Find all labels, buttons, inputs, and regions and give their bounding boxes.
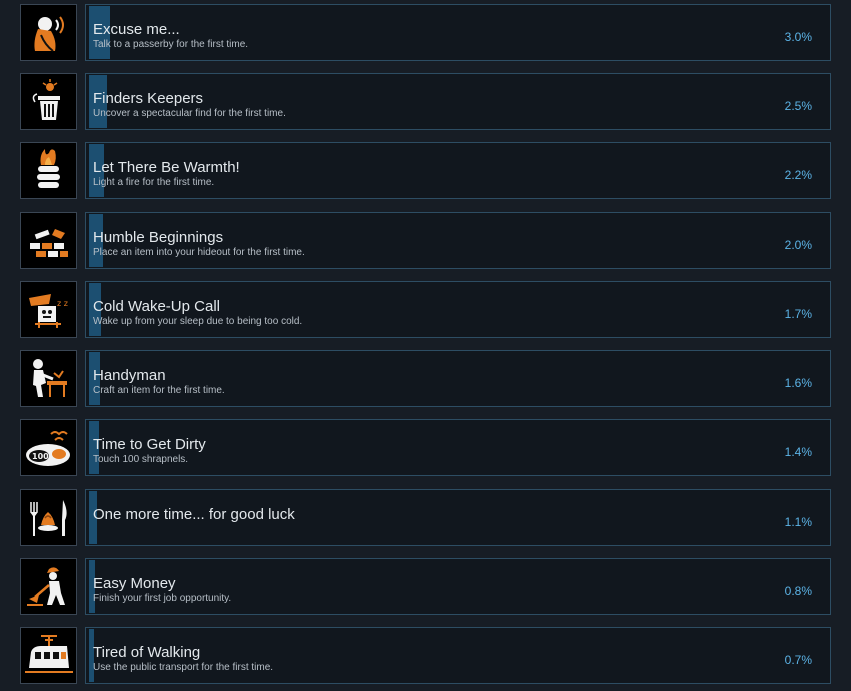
achievement-panel: Cold Wake-Up Call Wake up from your slee…	[85, 281, 831, 338]
achievement-list: Excuse me... Talk to a passerby for the …	[0, 0, 851, 691]
achievement-description: Talk to a passerby for the first time.	[93, 39, 249, 50]
achievement-row[interactable]: Humble Beginnings Place an item into you…	[20, 212, 831, 269]
svg-text:100: 100	[32, 452, 49, 461]
achievement-panel: Handyman Craft an item for the first tim…	[85, 350, 831, 407]
unlock-percentage: 0.7%	[784, 653, 812, 667]
achievement-row[interactable]: Finders Keepers Uncover a spectacular fi…	[20, 73, 831, 130]
achievement-row[interactable]: 100 Time to Get Dirty Touch 100 shrapnel…	[20, 419, 831, 476]
achievement-panel: Tired of Walking Use the public transpor…	[85, 627, 831, 684]
achievement-row[interactable]: Handyman Craft an item for the first tim…	[20, 350, 831, 407]
achievement-panel: Easy Money Finish your first job opportu…	[85, 558, 831, 615]
unlock-percentage: 1.6%	[784, 376, 812, 390]
shrapnel-100-icon: 100	[20, 419, 77, 476]
achievement-description: Light a fire for the first time.	[93, 177, 215, 188]
achievement-row[interactable]: Excuse me... Talk to a passerby for the …	[20, 4, 831, 61]
achievement-panel: Finders Keepers Uncover a spectacular fi…	[85, 73, 831, 130]
talking-person-icon	[20, 4, 77, 61]
achievement-row[interactable]: One more time... for good luck 1.1%	[20, 489, 831, 546]
achievement-panel: Time to Get Dirty Touch 100 shrapnels. 1…	[85, 419, 831, 476]
achievement-panel: Let There Be Warmth! Light a fire for th…	[85, 142, 831, 199]
achievement-title: Let There Be Warmth!	[93, 159, 240, 176]
unlock-percentage: 1.4%	[784, 445, 812, 459]
achievement-title: Cold Wake-Up Call	[93, 298, 220, 315]
svg-text:z z: z z	[57, 299, 68, 308]
achievement-description: Wake up from your sleep due to being too…	[93, 316, 303, 327]
achievement-description: Use the public transport for the first t…	[93, 662, 274, 673]
unlock-percentage: 1.7%	[784, 307, 812, 321]
unlock-percentage: 1.1%	[784, 515, 812, 529]
achievement-title: Humble Beginnings	[93, 229, 224, 246]
unlock-percentage: 2.0%	[784, 238, 812, 252]
unlock-percentage: 2.5%	[784, 99, 812, 113]
achievement-description: Uncover a spectacular find for the first…	[93, 108, 286, 119]
sleeping-cold-icon: z z	[20, 281, 77, 338]
achievement-title: Excuse me...	[93, 21, 180, 38]
achievement-row[interactable]: Let There Be Warmth! Light a fire for th…	[20, 142, 831, 199]
achievement-description: Place an item into your hideout for the …	[93, 247, 305, 258]
achievement-panel: Humble Beginnings Place an item into you…	[85, 212, 831, 269]
achievement-row[interactable]: Easy Money Finish your first job opportu…	[20, 558, 831, 615]
achievement-description: Touch 100 shrapnels.	[93, 454, 189, 465]
achievement-title: Easy Money	[93, 575, 176, 592]
achievement-panel: Excuse me... Talk to a passerby for the …	[85, 4, 831, 61]
plate-fork-knife-icon	[20, 489, 77, 546]
unlock-percentage: 0.8%	[784, 584, 812, 598]
workbench-icon	[20, 350, 77, 407]
bricks-icon	[20, 212, 77, 269]
achievement-title: Time to Get Dirty	[93, 436, 206, 453]
achievement-description: Craft an item for the first time.	[93, 385, 225, 396]
fire-barrel-icon	[20, 142, 77, 199]
trash-can-find-icon	[20, 73, 77, 130]
achievement-row[interactable]: z z Cold Wake-Up Call Wake up from your …	[20, 281, 831, 338]
unlock-percentage: 2.2%	[784, 168, 812, 182]
achievement-panel: One more time... for good luck 1.1%	[85, 489, 831, 546]
achievement-row[interactable]: Tired of Walking Use the public transpor…	[20, 627, 831, 684]
achievement-title: Finders Keepers	[93, 90, 204, 107]
achievement-title: Handyman	[93, 367, 166, 384]
digging-worker-icon	[20, 558, 77, 615]
unlock-percentage: 3.0%	[784, 30, 812, 44]
achievement-title: Tired of Walking	[93, 644, 201, 661]
tram-icon	[20, 627, 77, 684]
achievement-description: Finish your first job opportunity.	[93, 593, 232, 604]
achievement-title: One more time... for good luck	[93, 506, 295, 523]
